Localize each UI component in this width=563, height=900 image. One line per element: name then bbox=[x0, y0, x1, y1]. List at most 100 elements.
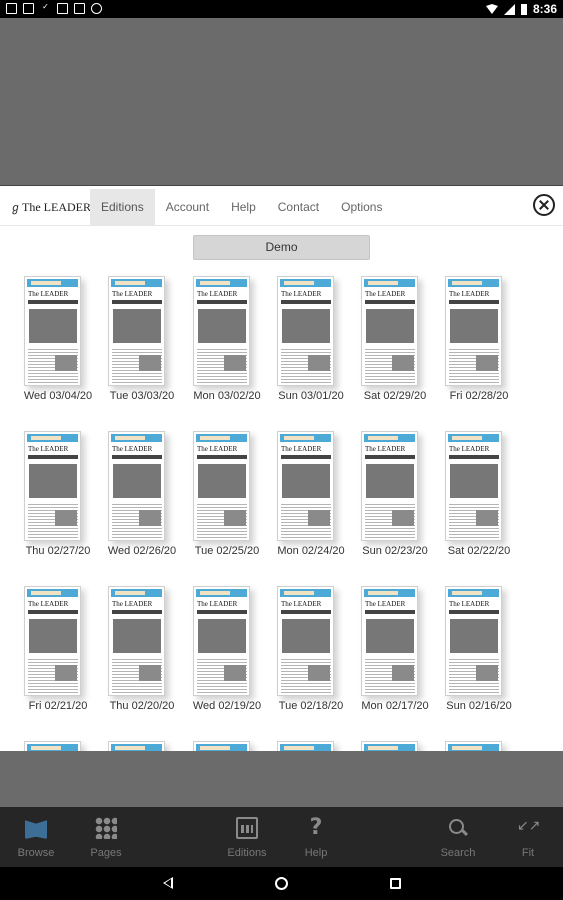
leader-logo: ℊThe LEADER bbox=[10, 199, 91, 215]
thumbnail-headline bbox=[28, 300, 78, 304]
thumbnail-photo bbox=[55, 355, 77, 371]
thumbnail-headline bbox=[197, 300, 247, 304]
edition-tile[interactable]: The LEADER Wed 02/26/20 bbox=[98, 431, 186, 561]
recents-icon[interactable] bbox=[390, 878, 401, 889]
menu-contact[interactable]: Contact bbox=[267, 189, 330, 225]
app-icon bbox=[91, 3, 102, 14]
edition-date: Sat 02/29/20 bbox=[363, 390, 427, 402]
edition-thumbnail: The LEADER bbox=[193, 586, 250, 696]
edition-tile[interactable]: The LEADER Tue 02/18/20 bbox=[267, 586, 355, 716]
edition-tile[interactable]: The LEADER Tue 03/03/20 bbox=[98, 276, 186, 406]
nav-search-label: Search bbox=[440, 847, 476, 859]
status-bar: ✓ 8:36 bbox=[0, 0, 563, 18]
masthead-banner bbox=[280, 744, 331, 751]
masthead-banner bbox=[196, 744, 247, 751]
back-icon[interactable] bbox=[163, 877, 173, 889]
masthead-banner bbox=[364, 589, 415, 597]
thumbnail-masthead: The LEADER bbox=[28, 600, 69, 608]
edition-thumbnail-partial[interactable] bbox=[361, 741, 418, 751]
edition-thumbnail: The LEADER bbox=[108, 431, 165, 541]
nav-pages[interactable]: Pages bbox=[76, 817, 136, 859]
masthead-banner bbox=[448, 589, 499, 597]
edition-thumbnail-partial[interactable] bbox=[24, 741, 81, 751]
fit-icon bbox=[517, 817, 540, 839]
edition-tile[interactable]: The LEADER Mon 02/17/20 bbox=[351, 586, 439, 716]
nav-fit[interactable]: Fit bbox=[498, 817, 558, 859]
menu-help[interactable]: Help bbox=[220, 189, 267, 225]
menu-options[interactable]: Options bbox=[330, 189, 393, 225]
edition-date: Thu 02/20/20 bbox=[109, 700, 175, 712]
thumbnail-photo bbox=[224, 355, 246, 371]
edition-tile[interactable]: The LEADER Sun 02/16/20 bbox=[435, 586, 523, 716]
thumbnail-photo bbox=[139, 510, 161, 526]
thumbnail-masthead: The LEADER bbox=[197, 445, 238, 453]
menu-editions[interactable]: Editions bbox=[90, 189, 155, 225]
thumbnail-masthead: The LEADER bbox=[197, 600, 238, 608]
image-icon bbox=[23, 3, 34, 14]
edition-thumbnail-partial[interactable] bbox=[193, 741, 250, 751]
thumbnail-masthead: The LEADER bbox=[281, 600, 322, 608]
thumbnail-headline bbox=[112, 610, 162, 614]
edition-tile[interactable]: The LEADER Tue 02/25/20 bbox=[183, 431, 271, 561]
thumbnail-masthead: The LEADER bbox=[365, 290, 406, 298]
edition-tile[interactable]: The LEADER Wed 02/19/20 bbox=[183, 586, 271, 716]
thumbnail-masthead: The LEADER bbox=[112, 290, 153, 298]
masthead-banner bbox=[196, 279, 247, 287]
book-icon bbox=[25, 820, 47, 839]
thumbnail-headline bbox=[28, 455, 78, 459]
edition-thumbnail-partial[interactable] bbox=[277, 741, 334, 751]
edition-tile[interactable]: The LEADER Mon 02/24/20 bbox=[267, 431, 355, 561]
edition-tile[interactable]: The LEADER Mon 03/02/20 bbox=[183, 276, 271, 406]
thumbnail-photo bbox=[55, 510, 77, 526]
edition-date: Tue 02/18/20 bbox=[278, 700, 344, 712]
edition-date: Wed 02/26/20 bbox=[107, 545, 177, 557]
edition-tile[interactable]: The LEADER Thu 02/27/20 bbox=[14, 431, 102, 561]
nav-browse[interactable]: Browse bbox=[6, 817, 66, 859]
close-icon[interactable] bbox=[533, 194, 555, 216]
wifi-icon bbox=[485, 4, 498, 14]
battery-icon bbox=[520, 3, 527, 15]
thumbnail-photo bbox=[224, 510, 246, 526]
thumbnail-photo bbox=[139, 355, 161, 371]
notification-icon bbox=[6, 3, 17, 14]
edition-date: Sat 02/22/20 bbox=[447, 545, 511, 557]
edition-date: Thu 02/27/20 bbox=[25, 545, 91, 557]
thumbnail-headline bbox=[112, 455, 162, 459]
menu-bar: ℊThe LEADER Editions Account Help Contac… bbox=[0, 186, 563, 226]
nav-search[interactable]: Search bbox=[428, 817, 488, 859]
thumbnail-photo bbox=[450, 309, 498, 343]
edition-tile[interactable]: The LEADER Thu 02/20/20 bbox=[98, 586, 186, 716]
thumbnail-photo bbox=[282, 619, 330, 653]
thumbnail-photo bbox=[476, 665, 498, 681]
help-icon: ? bbox=[309, 815, 323, 840]
edition-thumbnail-partial[interactable] bbox=[108, 741, 165, 751]
edition-thumbnail: The LEADER bbox=[277, 586, 334, 696]
thumbnail-photo bbox=[366, 309, 414, 343]
edition-tile[interactable]: The LEADER Sat 02/22/20 bbox=[435, 431, 523, 561]
thumbnail-photo bbox=[392, 510, 414, 526]
demo-button[interactable]: Demo bbox=[193, 235, 370, 260]
menu-account[interactable]: Account bbox=[155, 189, 220, 225]
edition-tile[interactable]: The LEADER Wed 03/04/20 bbox=[14, 276, 102, 406]
news-icon bbox=[74, 3, 85, 14]
nav-editions[interactable]: Editions bbox=[217, 817, 277, 859]
edition-tile[interactable]: The LEADER Sun 03/01/20 bbox=[267, 276, 355, 406]
nav-help[interactable]: ? Help bbox=[286, 815, 346, 860]
masthead-banner bbox=[111, 744, 162, 751]
edition-tile[interactable]: The LEADER Sat 02/29/20 bbox=[351, 276, 439, 406]
thumbnail-photo bbox=[139, 665, 161, 681]
home-icon[interactable] bbox=[275, 877, 288, 890]
thumbnail-headline bbox=[365, 610, 415, 614]
thumbnail-masthead: The LEADER bbox=[365, 600, 406, 608]
thumbnail-photo bbox=[113, 464, 161, 498]
thumbnail-headline bbox=[281, 300, 331, 304]
edition-tile[interactable]: The LEADER Sun 02/23/20 bbox=[351, 431, 439, 561]
masthead-banner bbox=[364, 744, 415, 751]
thumbnail-headline bbox=[28, 610, 78, 614]
masthead-banner bbox=[111, 589, 162, 597]
edition-tile[interactable]: The LEADER Fri 02/21/20 bbox=[14, 586, 102, 716]
thumbnail-photo bbox=[476, 355, 498, 371]
masthead-banner bbox=[364, 279, 415, 287]
edition-thumbnail-partial[interactable] bbox=[445, 741, 502, 751]
edition-tile[interactable]: The LEADER Fri 02/28/20 bbox=[435, 276, 523, 406]
